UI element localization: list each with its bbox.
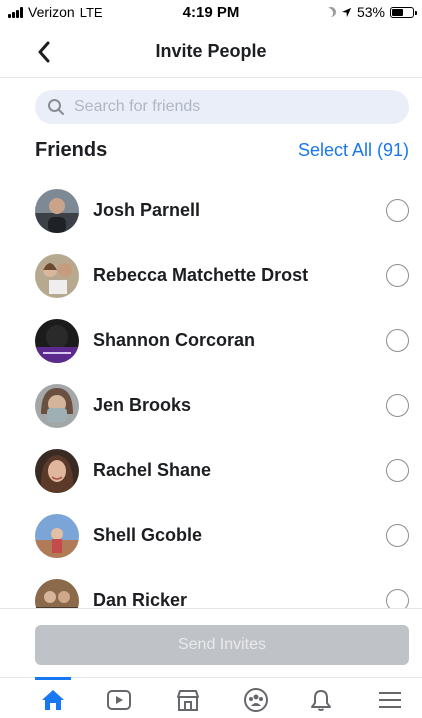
bottom-tab-bar	[0, 677, 422, 718]
menu-icon	[379, 692, 401, 708]
friend-row[interactable]: Rachel Shane	[0, 438, 422, 503]
friend-name: Shannon Corcoran	[93, 330, 256, 350]
avatar	[35, 383, 79, 428]
friend-name: Josh Parnell	[93, 200, 201, 220]
groups-icon	[244, 688, 268, 712]
send-invites-button[interactable]: Send Invites	[35, 625, 409, 665]
moon-icon	[325, 6, 338, 19]
friend-name: Rachel Shane	[93, 460, 212, 480]
section-title: Friends	[35, 138, 108, 161]
status-right: 53%	[325, 4, 417, 20]
friend-list: Josh Parnell Rebecca Matchette Drost Sha…	[0, 178, 422, 608]
friend-select-radio[interactable]	[386, 329, 409, 352]
tab-marketplace[interactable]	[172, 684, 204, 716]
avatar	[35, 448, 79, 493]
tab-menu[interactable]	[374, 684, 406, 716]
friend-name: Shell Gcoble	[93, 525, 203, 545]
video-icon	[107, 690, 131, 710]
location-arrow-icon	[341, 7, 352, 17]
back-button[interactable]	[30, 38, 58, 66]
status-bar: Verizon LTE 4:19 PM 53%	[0, 0, 422, 26]
friend-row[interactable]: Shannon Corcoran	[0, 308, 422, 373]
friend-select-radio[interactable]	[386, 459, 409, 482]
footer: Send Invites	[0, 608, 422, 718]
active-tab-indicator	[35, 677, 71, 680]
avatar	[35, 513, 79, 558]
friend-select-radio[interactable]	[386, 524, 409, 547]
battery-icon	[390, 6, 417, 18]
friend-name: Dan Ricker	[93, 590, 188, 608]
tab-groups[interactable]	[240, 684, 272, 716]
avatar	[35, 188, 79, 233]
search-icon	[48, 99, 64, 115]
bell-icon	[311, 690, 331, 711]
friend-select-radio[interactable]	[386, 394, 409, 417]
page-title: Invite People	[155, 41, 267, 61]
chevron-left-icon	[38, 41, 50, 63]
tab-notifications[interactable]	[305, 684, 337, 716]
friend-row[interactable]: Dan Ricker	[0, 568, 422, 608]
friend-select-radio[interactable]	[386, 199, 409, 222]
avatar	[35, 253, 79, 298]
friend-select-radio[interactable]	[386, 589, 409, 608]
friend-select-radio[interactable]	[386, 264, 409, 287]
avatar	[35, 578, 79, 608]
friend-name: Rebecca Matchette Drost	[93, 265, 309, 285]
friend-row[interactable]: Rebecca Matchette Drost	[0, 243, 422, 308]
friends-section-header: Friends Select All (91)	[35, 136, 409, 164]
tab-watch[interactable]	[103, 684, 135, 716]
search-input[interactable]	[74, 98, 374, 116]
page-header: Invite People	[0, 26, 422, 78]
friend-row[interactable]: Shell Gcoble	[0, 503, 422, 568]
battery-percent: 53%	[356, 4, 385, 20]
friend-row[interactable]: Josh Parnell	[0, 178, 422, 243]
tab-home[interactable]	[37, 684, 69, 716]
avatar	[35, 318, 79, 363]
select-all-button[interactable]: Select All (91)	[298, 140, 409, 161]
friend-row[interactable]: Jen Brooks	[0, 373, 422, 438]
search-bar[interactable]	[35, 90, 409, 124]
friend-name: Jen Brooks	[93, 395, 192, 415]
home-icon	[42, 690, 64, 710]
marketplace-icon	[177, 690, 199, 711]
